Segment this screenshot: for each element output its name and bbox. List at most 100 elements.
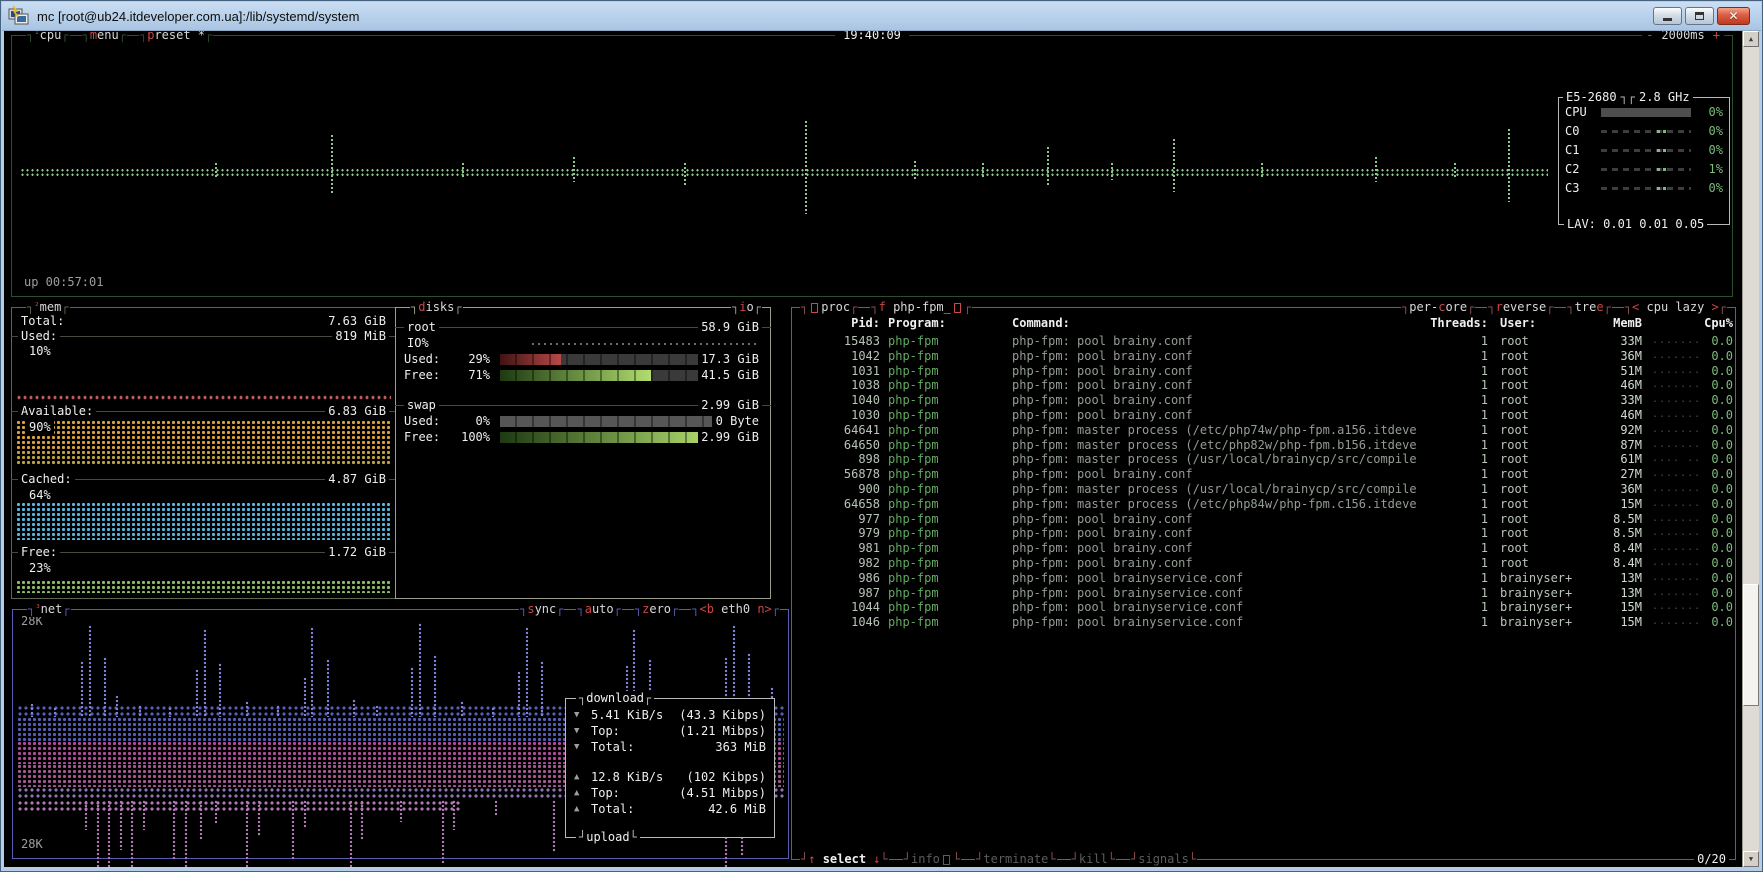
tab-proc[interactable]: ┐proc┌ xyxy=(800,300,858,315)
process-row[interactable]: 64641 php-fpm php-fpm: master process (/… xyxy=(796,423,1731,438)
process-row[interactable]: 1046 php-fpm php-fpm: pool brainyservice… xyxy=(796,615,1731,630)
tab-net[interactable]: ┐³net┌ xyxy=(27,602,71,617)
process-row[interactable]: 981 php-fpm php-fpm: pool brainy.conf 1 … xyxy=(796,541,1731,556)
cpu-spike xyxy=(572,156,576,182)
preset-button[interactable]: ┐preset *┌ xyxy=(139,31,213,43)
download-spike xyxy=(53,707,57,717)
process-row[interactable]: 1044 php-fpm php-fpm: pool brainyservice… xyxy=(796,600,1731,615)
process-user: brainyser+ xyxy=(1488,600,1574,615)
signals-action[interactable]: ┘signals└ xyxy=(1130,852,1197,867)
minimize-button[interactable] xyxy=(1653,7,1682,25)
terminate-action[interactable]: ┘terminate└ xyxy=(975,852,1057,867)
process-mem: 8.4M xyxy=(1574,541,1642,556)
process-user: root xyxy=(1488,452,1574,467)
process-mem-sparkline: ........ xyxy=(1652,512,1700,527)
zero-toggle[interactable]: ┐zero┌ xyxy=(634,602,679,617)
process-row[interactable]: 982 php-fpm php-fpm: pool brainy.conf 1 … xyxy=(796,556,1731,571)
rate-increase-button[interactable]: + xyxy=(1713,31,1720,43)
menu-button[interactable]: ┐menu┌ xyxy=(82,31,127,43)
sort-next-button[interactable]: > xyxy=(1712,300,1719,315)
header-mem[interactable]: MemB xyxy=(1574,316,1642,331)
terminal-scrollbar[interactable]: ▲ ▼ xyxy=(1742,31,1759,867)
process-threads: 1 xyxy=(1422,556,1488,571)
io-toggle[interactable]: ┐io┌ xyxy=(731,300,762,315)
process-user: brainyser+ xyxy=(1488,571,1574,586)
process-row[interactable]: 1031 php-fpm php-fpm: pool brainy.conf 1… xyxy=(796,364,1731,379)
memory-panel: ┐²mem┌ Total:7.63 GiB Used:819 MiB 10% A… xyxy=(11,307,396,599)
process-row[interactable]: 1040 php-fpm php-fpm: pool brainy.conf 1… xyxy=(796,393,1731,408)
core-label: C1 xyxy=(1565,143,1595,158)
process-row[interactable]: 15483 php-fpm php-fpm: pool brainy.conf … xyxy=(796,334,1731,349)
sort-prev-button[interactable]: < xyxy=(1632,300,1639,315)
process-threads: 1 xyxy=(1422,423,1488,438)
select-down-icon[interactable]: ↓ xyxy=(873,852,880,867)
process-program: php-fpm xyxy=(880,586,998,601)
cpu-core-row: C3 0% xyxy=(1559,179,1729,198)
upload-spike xyxy=(107,800,111,867)
process-pid: 64641 xyxy=(796,423,880,438)
info-action[interactable]: ┘info└ xyxy=(903,852,961,867)
process-row[interactable]: 64658 php-fpm php-fpm: master process (/… xyxy=(796,497,1731,512)
iface-prev-button[interactable]: <b xyxy=(700,602,714,617)
process-threads: 1 xyxy=(1422,452,1488,467)
scrollbar-thumb[interactable] xyxy=(1743,584,1759,706)
process-pid: 1030 xyxy=(796,408,880,423)
process-command: php-fpm: pool brainy.conf xyxy=(998,526,1422,541)
process-row[interactable]: 1030 php-fpm php-fpm: pool brainy.conf 1… xyxy=(796,408,1731,423)
scrollbar-down-button[interactable]: ▼ xyxy=(1743,851,1759,867)
process-user: root xyxy=(1488,438,1574,453)
tab-cpu[interactable]: ┐¹cpu┌ xyxy=(26,31,70,43)
process-row[interactable]: 979 php-fpm php-fpm: pool brainy.conf 1 … xyxy=(796,526,1731,541)
upload-spike xyxy=(214,800,218,824)
reverse-toggle[interactable]: ┐reverse┌ xyxy=(1487,300,1554,315)
process-pid: 1040 xyxy=(796,393,880,408)
header-user[interactable]: User: xyxy=(1488,316,1574,331)
process-row[interactable]: 56878 php-fpm php-fpm: pool brainy.conf … xyxy=(796,467,1731,482)
select-up-icon[interactable]: ↑ xyxy=(808,852,815,867)
tab-mem[interactable]: ┐²mem┌ xyxy=(26,300,70,315)
header-pid[interactable]: Pid: xyxy=(796,316,880,331)
process-command: php-fpm: pool brainyservice.conf xyxy=(998,571,1422,586)
process-mem-sparkline: ........ xyxy=(1652,600,1700,615)
tree-toggle[interactable]: ┐tree┌ xyxy=(1566,300,1611,315)
download-spike xyxy=(540,661,544,717)
process-filter-input[interactable]: ┐f php-fpm_┌ xyxy=(870,300,972,315)
upload-stat-row: ▲ 12.8 KiB/s (102 Kibps) xyxy=(574,769,766,785)
header-cpu[interactable]: Cpu% xyxy=(1700,316,1735,331)
process-program: php-fpm xyxy=(880,452,998,467)
close-button[interactable]: ✕ xyxy=(1717,7,1750,25)
core-usage-value: 0% xyxy=(1697,143,1723,158)
header-threads[interactable]: Threads: xyxy=(1422,316,1488,331)
process-panel: ┐proc┌ ┐f php-fpm_┌ ┐per-core┌ ┐reverse┌… xyxy=(791,307,1736,860)
iface-next-button[interactable]: n> xyxy=(757,602,771,617)
header-command[interactable]: Command: xyxy=(998,316,1422,331)
process-row[interactable]: 987 php-fpm php-fpm: pool brainyservice.… xyxy=(796,586,1731,601)
process-user: root xyxy=(1488,467,1574,482)
header-program[interactable]: Program: xyxy=(880,316,998,331)
process-row[interactable]: 900 php-fpm php-fpm: master process (/us… xyxy=(796,482,1731,497)
process-row[interactable]: 898 php-fpm php-fpm: master process (/us… xyxy=(796,452,1731,467)
rate-decrease-button[interactable]: - xyxy=(1646,31,1653,43)
process-row[interactable]: 986 php-fpm php-fpm: pool brainyservice.… xyxy=(796,571,1731,586)
per-core-toggle[interactable]: ┐per-core┌ xyxy=(1401,300,1475,315)
process-mem: 33M xyxy=(1574,334,1642,349)
process-row[interactable]: 1042 php-fpm php-fpm: pool brainy.conf 1… xyxy=(796,349,1731,364)
process-mem: 15M xyxy=(1574,600,1642,615)
kill-action[interactable]: ┘kill└ xyxy=(1071,852,1116,867)
sync-toggle[interactable]: ┐sync┌ xyxy=(519,602,564,617)
scrollbar-up-button[interactable]: ▲ xyxy=(1743,31,1759,47)
window-titlebar[interactable]: mc [root@ub24.itdeveloper.com.ua]:/lib/s… xyxy=(2,2,1761,31)
process-row[interactable]: 1038 php-fpm php-fpm: pool brainy.conf 1… xyxy=(796,378,1731,393)
core-usage-bar xyxy=(1601,184,1691,193)
cpu-core-row: C2 1% xyxy=(1559,160,1729,179)
load-average: LAV: 0.01 0.01 0.05 xyxy=(1564,217,1707,232)
maximize-button[interactable] xyxy=(1685,7,1714,25)
process-pid: 64658 xyxy=(796,497,880,512)
process-row[interactable]: 977 php-fpm php-fpm: pool brainy.conf 1 … xyxy=(796,512,1731,527)
auto-toggle[interactable]: ┐auto┌ xyxy=(576,602,621,617)
process-row[interactable]: 64650 php-fpm php-fpm: master process (/… xyxy=(796,438,1731,453)
process-user: brainyser+ xyxy=(1488,586,1574,601)
download-spike xyxy=(310,627,314,717)
tab-disks[interactable]: ┐disks┌ xyxy=(410,300,463,315)
network-panel: ┐³net┌ ┐sync┌ ┐auto┌ ┐zero┌ ┐<b eth0 n>┌… xyxy=(12,609,789,859)
